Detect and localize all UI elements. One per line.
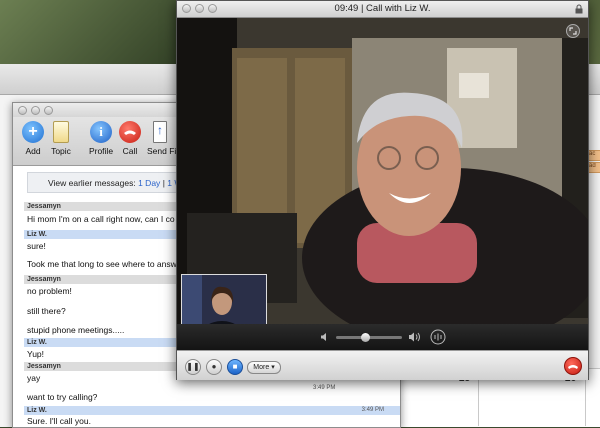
add-label: Add bbox=[25, 146, 41, 156]
microphone-icon: ● bbox=[211, 362, 217, 371]
topic-button[interactable]: Topic bbox=[46, 121, 76, 156]
zoom-button[interactable] bbox=[44, 106, 53, 115]
call-title: 09:49 | Call with Liz W. bbox=[334, 3, 431, 14]
add-icon: + bbox=[22, 121, 44, 143]
info-icon: i bbox=[90, 121, 112, 143]
call-titlebar: 09:49 | Call with Liz W. bbox=[177, 1, 588, 18]
fullscreen-icon[interactable] bbox=[566, 24, 580, 38]
end-call-button[interactable] bbox=[564, 357, 582, 375]
message-text: yay bbox=[27, 373, 41, 383]
volume-slider-knob[interactable] bbox=[361, 333, 371, 342]
video-button[interactable]: ■ bbox=[227, 359, 243, 375]
close-button[interactable] bbox=[18, 106, 27, 115]
calendar-event-tag[interactable]: ad bbox=[588, 162, 600, 173]
profile-button[interactable]: i Profile bbox=[86, 121, 116, 156]
message-timestamp: 3:49 PM bbox=[313, 385, 336, 391]
message-text: stupid phone meetings..... bbox=[27, 325, 125, 335]
volume-high-icon bbox=[409, 332, 420, 342]
earlier-messages-label: View earlier messages: bbox=[48, 178, 136, 188]
pause-button[interactable]: ❚❚ bbox=[185, 359, 201, 375]
call-label: Call bbox=[122, 146, 138, 156]
message-text: Hi mom I'm on a call right now, can I co bbox=[27, 214, 175, 224]
audio-settings-icon[interactable] bbox=[430, 329, 446, 345]
more-button[interactable]: More ▾ bbox=[247, 361, 281, 374]
minimize-button[interactable] bbox=[31, 106, 40, 115]
profile-label: Profile bbox=[88, 146, 114, 156]
message-timestamp: 3:49 PM bbox=[361, 407, 384, 413]
lock-icon bbox=[575, 4, 583, 14]
message-text: no problem! bbox=[27, 286, 72, 296]
add-button[interactable]: + Add bbox=[18, 121, 48, 156]
send-file-icon: ↑ bbox=[153, 121, 167, 143]
topic-label: Topic bbox=[51, 146, 71, 156]
sender-header: Liz W. 3:49 PM bbox=[24, 406, 400, 415]
message-text: Sure. I'll call you. bbox=[27, 416, 91, 426]
volume-slider[interactable] bbox=[336, 333, 402, 342]
phone-icon bbox=[119, 121, 141, 143]
media-controls bbox=[177, 324, 588, 350]
call-button[interactable]: Call bbox=[116, 121, 144, 156]
message-text: Took me that long to see where to answ bbox=[27, 259, 177, 269]
pause-icon: ❚❚ bbox=[186, 362, 200, 371]
self-view-video[interactable] bbox=[181, 274, 267, 324]
hang-up-icon bbox=[568, 365, 578, 369]
self-view-frame bbox=[182, 275, 266, 324]
volume-low-icon bbox=[321, 333, 326, 341]
remote-video[interactable] bbox=[177, 18, 588, 324]
link-separator: | bbox=[162, 178, 165, 188]
chevron-down-icon: ▾ bbox=[271, 364, 275, 371]
message-text: still there? bbox=[27, 306, 66, 316]
one-day-link[interactable]: 1 Day bbox=[138, 178, 160, 188]
camera-icon: ■ bbox=[232, 362, 238, 371]
video-call-window: 09:49 | Call with Liz W. ❚❚ ● ■ More ▾ bbox=[176, 0, 589, 380]
call-toolbar: ❚❚ ● ■ More ▾ bbox=[177, 350, 588, 380]
message-text: want to try calling? bbox=[27, 392, 98, 402]
topic-icon bbox=[53, 121, 69, 143]
calendar-event-tag[interactable]: ac bbox=[588, 150, 600, 161]
message-text: sure! bbox=[27, 241, 46, 251]
message-text: Yup! bbox=[27, 349, 45, 359]
mute-button[interactable]: ● bbox=[206, 359, 222, 375]
